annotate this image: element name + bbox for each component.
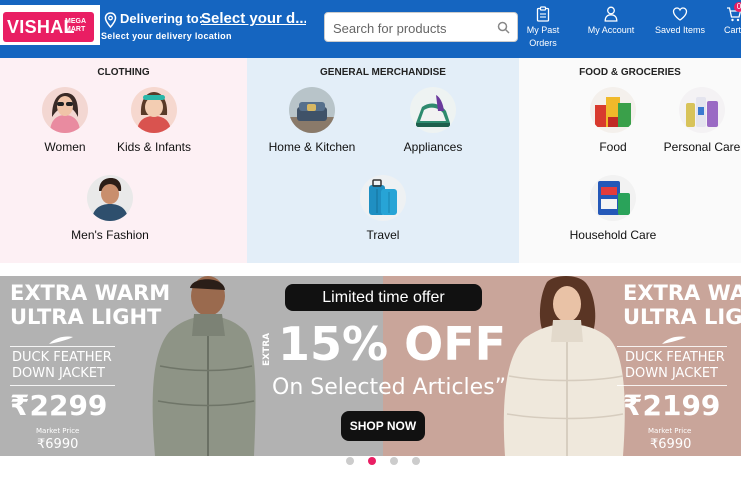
delivering-label: Delivering to: — [120, 11, 204, 26]
banner-left-product-2: DOWN JACKET — [12, 366, 105, 381]
home-kitchen-icon — [289, 87, 335, 133]
banner-right-product-1: DUCK FEATHER — [625, 350, 725, 365]
category-label: Women — [44, 140, 86, 154]
logo-badge: VISHAL MEGA MART — [3, 12, 94, 42]
extra-label: EXTRA — [262, 332, 272, 366]
category-label: Household Care — [569, 228, 657, 242]
brand-logo[interactable]: VISHAL MEGA MART — [0, 5, 100, 45]
category-label: Home & Kitchen — [268, 140, 356, 154]
search-box — [324, 12, 518, 42]
category-label: Personal Care — [663, 140, 741, 154]
feather-icon — [49, 336, 73, 344]
category-mens-fashion[interactable]: Men's Fashion — [60, 175, 160, 242]
saved-items-label: Saved Items — [654, 25, 706, 35]
banner-left-product-1: DUCK FEATHER — [12, 350, 112, 365]
divider — [10, 346, 115, 347]
banner-right-mrp-label: Market Price — [648, 427, 692, 435]
category-heading: CLOTHING — [97, 67, 150, 78]
carousel-dot[interactable] — [346, 457, 354, 465]
user-icon — [604, 6, 618, 22]
feather-icon — [662, 336, 686, 344]
cart-count-badge: 0 — [734, 2, 741, 12]
category-group-food-groceries: FOOD & GROCERIES Food Personal Care Hous… — [519, 58, 741, 263]
limited-offer-pill: Limited time offer — [285, 284, 482, 311]
my-account-label: My Account — [587, 25, 635, 35]
banner-right-product-2: DOWN JACKET — [625, 366, 718, 381]
divider — [617, 385, 727, 386]
location-pin-icon[interactable] — [104, 12, 117, 28]
search-icon[interactable] — [497, 21, 510, 34]
appliances-icon — [410, 87, 456, 133]
promo-banner[interactable]: EXTRA WARM ULTRA LIGHT DUCK FEATHER DOWN… — [0, 276, 741, 456]
category-kids-infants[interactable]: Kids & Infants — [104, 87, 204, 154]
banner-right-tagline-1: EXTRA WARM — [623, 281, 741, 305]
category-heading: FOOD & GROCERIES — [579, 67, 681, 78]
saved-items-button[interactable]: Saved Items — [652, 6, 708, 37]
banner-right-mrp: ₹6990 — [650, 437, 692, 452]
category-personal-care[interactable]: Personal Care — [652, 87, 741, 154]
food-icon — [590, 87, 636, 133]
category-travel[interactable]: Travel — [333, 175, 433, 242]
discount-headline: 15% OFF — [278, 317, 507, 371]
carousel-dot[interactable] — [412, 457, 420, 465]
category-women[interactable]: Women — [15, 87, 115, 154]
category-food[interactable]: Food — [563, 87, 663, 154]
travel-icon — [360, 175, 406, 221]
past-orders-label-1: My Past — [526, 25, 560, 35]
man-jacket-image — [152, 276, 256, 456]
carousel-dot-active[interactable] — [368, 457, 376, 465]
personal-care-icon — [679, 87, 725, 133]
category-label: Food — [599, 140, 627, 154]
category-label: Men's Fashion — [71, 228, 149, 242]
woman-jacket-image — [503, 276, 625, 456]
delivery-location-hint[interactable]: Select your delivery location — [101, 31, 232, 41]
top-header: VISHAL MEGA MART Delivering to: Select y… — [0, 0, 741, 58]
banner-left-mrp-label: Market Price — [36, 427, 80, 435]
select-address-link[interactable]: Select your d... — [201, 10, 306, 27]
my-account-button[interactable]: My Account — [584, 6, 638, 37]
banner-right-price: ₹2199 — [623, 389, 721, 422]
category-label: Travel — [366, 228, 400, 242]
category-household-care[interactable]: Household Care — [563, 175, 663, 242]
past-orders-button[interactable]: My Past Orders — [524, 6, 562, 50]
men-icon — [87, 175, 133, 221]
category-label: Kids & Infants — [116, 140, 192, 154]
clipboard-icon — [536, 6, 550, 22]
banner-left-mrp: ₹6990 — [37, 437, 79, 452]
divider — [617, 346, 727, 347]
selected-articles-text: On Selected Articles” — [272, 375, 507, 400]
logo-subtext: MEGA MART — [65, 18, 86, 33]
category-group-clothing: CLOTHING Women Kids & Infants Men's Fash… — [0, 58, 247, 263]
category-appliances[interactable]: Appliances — [383, 87, 483, 154]
divider — [10, 385, 115, 386]
heart-icon — [672, 7, 688, 21]
category-heading: GENERAL MERCHANDISE — [320, 67, 446, 78]
category-label: Appliances — [403, 140, 463, 154]
carousel-dots — [346, 457, 426, 467]
category-group-general-merchandise: GENERAL MERCHANDISE Home & Kitchen Appli… — [247, 58, 519, 263]
cart-label: Cart — [724, 25, 741, 35]
banner-right-tagline-2: ULTRA LIGHT — [623, 305, 741, 329]
shop-now-button[interactable]: SHOP NOW — [341, 411, 425, 441]
past-orders-label-2: Orders — [529, 38, 557, 48]
household-care-icon — [590, 175, 636, 221]
category-home-kitchen[interactable]: Home & Kitchen — [262, 87, 362, 154]
women-icon — [42, 87, 88, 133]
banner-left-price: ₹2299 — [10, 389, 108, 422]
search-input[interactable] — [333, 17, 493, 39]
kids-icon — [131, 87, 177, 133]
carousel-dot[interactable] — [390, 457, 398, 465]
